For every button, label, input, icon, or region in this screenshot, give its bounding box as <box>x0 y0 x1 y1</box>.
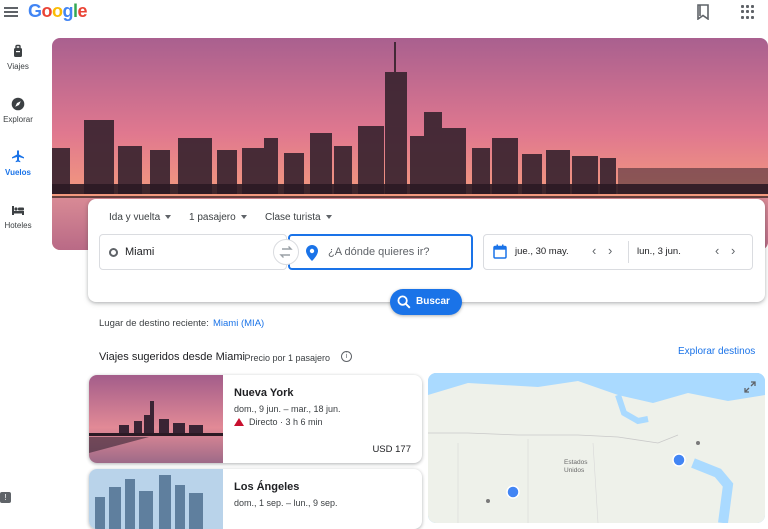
google-logo[interactable]: Google <box>28 1 88 22</box>
airplane-icon <box>12 150 24 163</box>
passengers-select[interactable]: 1 pasajero <box>189 212 247 223</box>
nav-item-vuelos[interactable]: Vuelos <box>0 150 36 177</box>
suitcase-icon <box>14 44 22 57</box>
trip-dates: dom., 1 sep. – lun., 9 sep. <box>234 498 338 508</box>
destination-input[interactable]: ¿A dónde quieres ir? <box>288 234 473 270</box>
expand-map-icon[interactable] <box>744 381 756 393</box>
flight-search-card: Ida y vuelta 1 pasajero Clase turista Mi… <box>88 199 765 302</box>
new-york-thumbnail <box>89 375 223 463</box>
nav-label: Vuelos <box>5 168 31 177</box>
bed-icon <box>12 206 24 215</box>
search-button-label: Buscar <box>416 296 450 307</box>
trip-city: Nueva York <box>234 387 294 399</box>
swap-button[interactable] <box>273 239 299 265</box>
nav-label: Hoteles <box>4 221 32 230</box>
trip-price: USD 177 <box>372 444 411 455</box>
date-divider <box>628 241 629 263</box>
suggested-trips-title: Viajes sugeridos desde Miami <box>99 351 245 363</box>
departure-date[interactable]: jue., 30 may. <box>515 246 569 257</box>
destination-placeholder: ¿A dónde quieres ir? <box>328 246 430 258</box>
trip-stops: Directo · 3 h 6 min <box>249 417 323 427</box>
nav-item-explorar[interactable]: Explorar <box>0 97 36 124</box>
trip-card-los-angeles[interactable]: Los Ángeles dom., 1 sep. – lun., 9 sep. <box>89 469 422 529</box>
trip-dates: dom., 9 jun. – mar., 18 jun. <box>234 404 341 414</box>
trip-type-select[interactable]: Ida y vuelta <box>109 212 171 223</box>
nav-item-viajes[interactable]: Viajes <box>0 44 36 71</box>
suggested-trips-subtitle: · Precio por 1 pasajero <box>239 353 331 363</box>
map-country-label: Estados Unidos <box>564 459 588 474</box>
los-angeles-thumbnail <box>89 469 223 529</box>
return-next-icon[interactable]: › <box>731 244 735 258</box>
destinations-map[interactable]: Estados Unidos <box>428 373 765 523</box>
explore-destinations-link[interactable]: Explorar destinos <box>678 346 755 357</box>
menu-icon[interactable] <box>4 5 18 19</box>
bookmark-icon[interactable] <box>696 4 710 20</box>
return-prev-icon[interactable]: ‹ <box>715 244 719 258</box>
location-pin-icon <box>306 245 318 261</box>
airline-logo-icon <box>234 418 244 426</box>
apps-grid-icon[interactable] <box>741 5 755 19</box>
swap-arrows-icon <box>279 246 293 258</box>
recent-destination-label: Lugar de destino reciente: <box>99 318 209 329</box>
search-icon <box>397 295 411 309</box>
trip-card-new-york[interactable]: Nueva York dom., 9 jun. – mar., 18 jun. … <box>89 375 422 463</box>
return-date[interactable]: lun., 3 jun. <box>637 246 681 257</box>
origin-circle-icon <box>109 248 118 257</box>
top-bar: Google <box>0 0 768 26</box>
nav-label: Viajes <box>7 62 29 71</box>
origin-input[interactable]: Miami <box>99 234 287 270</box>
info-icon[interactable]: i <box>341 351 352 362</box>
search-button[interactable]: Buscar <box>390 289 462 315</box>
trip-city: Los Ángeles <box>234 481 300 493</box>
nav-item-hoteles[interactable]: Hoteles <box>0 203 36 230</box>
recent-destination-link[interactable]: Miami (MIA) <box>213 318 264 329</box>
cabin-class-select[interactable]: Clase turista <box>265 212 332 223</box>
depart-next-icon[interactable]: › <box>608 244 612 258</box>
compass-icon <box>11 97 25 111</box>
depart-prev-icon[interactable]: ‹ <box>592 244 596 258</box>
calendar-icon <box>493 244 507 259</box>
feedback-icon[interactable]: ! <box>0 492 11 503</box>
origin-value: Miami <box>125 246 155 258</box>
date-range-input[interactable]: jue., 30 may. ‹ › lun., 3 jun. ‹ › <box>483 234 753 270</box>
nav-label: Explorar <box>3 115 33 124</box>
